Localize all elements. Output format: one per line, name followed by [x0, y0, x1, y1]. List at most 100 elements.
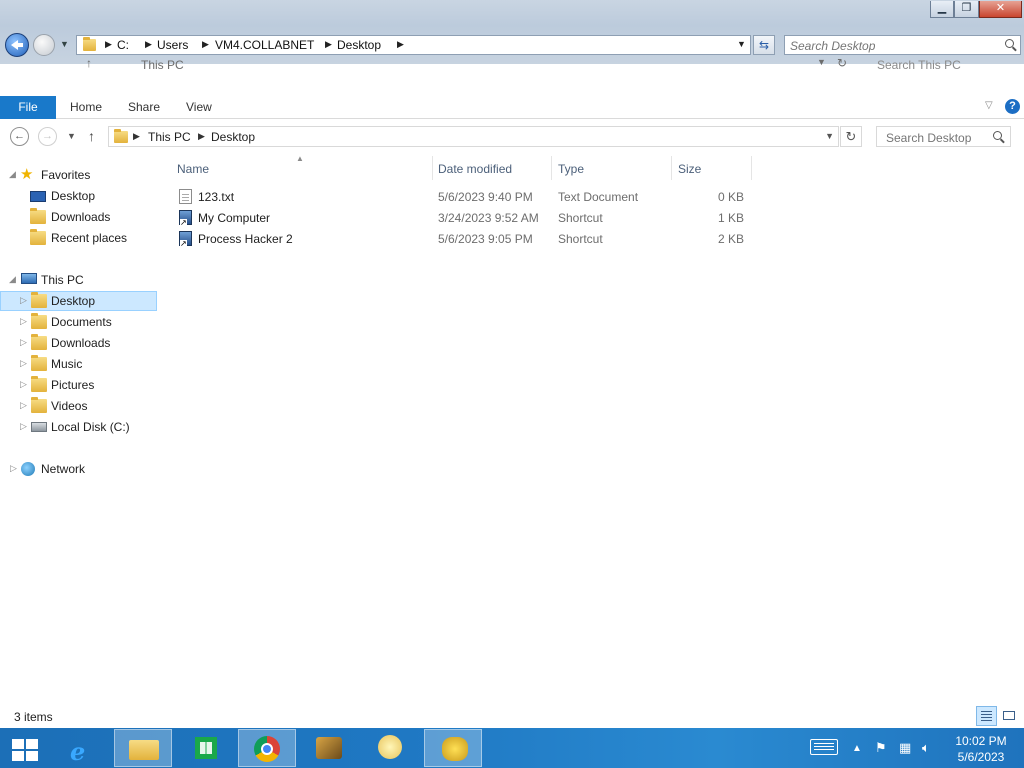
file-name: My Computer — [198, 211, 271, 225]
old-search-input[interactable] — [788, 38, 1002, 54]
ghost-location: This PC — [141, 58, 184, 72]
collapsed-arrow-icon[interactable]: ▷ — [20, 379, 27, 390]
computer-icon — [21, 273, 37, 284]
file-row[interactable]: Process Hacker 2 5/6/2023 9:05 PM Shortc… — [176, 229, 751, 249]
column-header-size[interactable]: Size — [678, 162, 701, 176]
minimize-button[interactable]: ▁ — [930, 1, 954, 18]
taskbar-app[interactable] — [424, 729, 482, 767]
tree-pictures[interactable]: ▷ Pictures — [0, 375, 157, 395]
tree-favorites-desktop[interactable]: Desktop — [0, 186, 157, 206]
old-crumb-users[interactable]: Users — [157, 38, 188, 52]
collapsed-arrow-icon[interactable]: ▷ — [10, 463, 17, 474]
close-button[interactable]: ✕ — [979, 1, 1022, 18]
chevron-down-icon[interactable]: ▼ — [825, 131, 834, 141]
refresh-button[interactable]: ↻ — [840, 126, 862, 147]
column-header-date[interactable]: Date modified — [438, 162, 512, 176]
search-input[interactable] — [884, 130, 993, 146]
taskbar-chrome[interactable] — [238, 729, 296, 767]
tab-share[interactable]: Share — [128, 100, 160, 114]
old-crumb-desktop[interactable]: Desktop — [337, 38, 381, 52]
file-row[interactable]: 123.txt 5/6/2023 9:40 PM Text Document 0… — [176, 187, 751, 207]
old-recent-dropdown-icon[interactable]: ▼ — [60, 39, 69, 49]
expand-ribbon-icon[interactable]: ▽ — [985, 100, 993, 111]
forward-button[interactable]: → — [38, 127, 57, 146]
volume-icon[interactable]: 🔈︎ — [922, 740, 930, 756]
back-button[interactable]: ← — [10, 127, 29, 146]
folder-icon — [83, 37, 96, 51]
desktop-icon — [30, 191, 46, 202]
column-divider[interactable] — [432, 156, 433, 180]
minimize-icon: ▁ — [937, 2, 947, 14]
tree-label: Documents — [51, 315, 112, 329]
chevron-down-icon[interactable]: ▼ — [737, 39, 746, 49]
taskbar-internet-explorer[interactable]: e — [52, 729, 110, 767]
taskbar-file-explorer[interactable] — [114, 729, 172, 767]
column-header-name[interactable]: Name — [177, 162, 209, 176]
column-header-type[interactable]: Type — [558, 162, 584, 176]
tab-home[interactable]: Home — [70, 100, 102, 114]
address-bar[interactable]: ▶ This PC ▶ Desktop ▼ — [108, 126, 839, 147]
tree-this-pc[interactable]: ◢ This PC — [0, 270, 157, 290]
action-center-flag-icon[interactable]: ⚑ — [875, 740, 887, 756]
details-view-button[interactable] — [976, 706, 997, 726]
text-file-icon — [179, 189, 192, 204]
collapsed-arrow-icon[interactable]: ▷ — [20, 316, 27, 327]
tree-favorites-recent[interactable]: Recent places — [0, 228, 157, 248]
maximize-button[interactable]: ❐ — [954, 1, 979, 18]
collapsed-arrow-icon[interactable]: ▷ — [20, 358, 27, 369]
tree-favorites[interactable]: ◢ ★ Favorites — [0, 165, 157, 185]
show-hidden-icons-icon[interactable]: ▲ — [852, 743, 862, 754]
tab-file[interactable]: File — [0, 96, 56, 119]
old-crumb-c[interactable]: C: — [117, 38, 129, 52]
tree-downloads[interactable]: ▷ Downloads — [0, 333, 157, 353]
expanded-arrow-icon[interactable]: ◢ — [9, 274, 16, 285]
tab-view[interactable]: View — [186, 100, 212, 114]
tree-this-pc-desktop[interactable]: ▷ Desktop — [0, 291, 157, 311]
tree-network[interactable]: ▷ Network — [0, 459, 157, 479]
help-icon[interactable]: ? — [1005, 99, 1020, 114]
collapsed-arrow-icon[interactable]: ▷ — [20, 337, 27, 348]
tree-label: Music — [51, 357, 83, 371]
tree-label: Downloads — [51, 210, 111, 224]
network-status-icon[interactable]: ▦ — [899, 740, 911, 756]
tree-label: This PC — [41, 273, 84, 287]
large-icons-view-button[interactable] — [999, 706, 1020, 726]
tree-documents[interactable]: ▷ Documents — [0, 312, 157, 332]
up-arrow-icon: ↑ — [86, 58, 92, 70]
collapsed-arrow-icon[interactable]: ▷ — [20, 400, 27, 411]
start-button[interactable] — [0, 730, 50, 768]
taskbar-store[interactable] — [176, 729, 234, 767]
tree-local-disk[interactable]: ▷ Local Disk (C:) — [0, 417, 157, 437]
file-date: 5/6/2023 9:05 PM — [438, 232, 533, 246]
column-divider[interactable] — [671, 156, 672, 180]
old-refresh-button[interactable]: ⇆ — [753, 35, 775, 55]
system-clock[interactable]: 10:02 PM 5/6/2023 — [946, 733, 1016, 765]
tree-label: Videos — [51, 399, 88, 413]
taskbar-app[interactable] — [362, 729, 420, 767]
search-box[interactable] — [876, 126, 1011, 147]
clock-date: 5/6/2023 — [957, 750, 1005, 764]
old-crumb-user[interactable]: VM4.COLLABNET — [215, 38, 314, 52]
touch-keyboard-icon[interactable] — [810, 739, 838, 755]
old-address-bar[interactable]: ▶ C: ▶ Users ▶ VM4.COLLABNET ▶ Desktop ▶… — [76, 35, 751, 55]
column-divider[interactable] — [551, 156, 552, 180]
old-back-button[interactable] — [5, 33, 29, 57]
crumb-this-pc[interactable]: This PC — [148, 130, 191, 144]
file-date: 3/24/2023 9:52 AM — [438, 211, 539, 225]
file-row[interactable]: My Computer 3/24/2023 9:52 AM Shortcut 1… — [176, 208, 751, 228]
recent-locations-icon[interactable]: ▼ — [67, 131, 76, 141]
expanded-arrow-icon[interactable]: ◢ — [9, 169, 16, 180]
tree-videos[interactable]: ▷ Videos — [0, 396, 157, 416]
column-divider[interactable] — [751, 156, 752, 180]
old-search-box[interactable] — [784, 35, 1021, 55]
up-button[interactable]: ↑ — [88, 128, 95, 144]
tree-music[interactable]: ▷ Music — [0, 354, 157, 374]
search-icon — [1005, 39, 1014, 48]
hard-disk-icon — [31, 422, 47, 432]
tree-favorites-downloads[interactable]: Downloads — [0, 207, 157, 227]
taskbar-app[interactable] — [300, 729, 358, 767]
collapsed-arrow-icon[interactable]: ▷ — [20, 295, 27, 306]
old-forward-button[interactable] — [33, 34, 55, 56]
crumb-desktop[interactable]: Desktop — [211, 130, 255, 144]
collapsed-arrow-icon[interactable]: ▷ — [20, 421, 27, 432]
